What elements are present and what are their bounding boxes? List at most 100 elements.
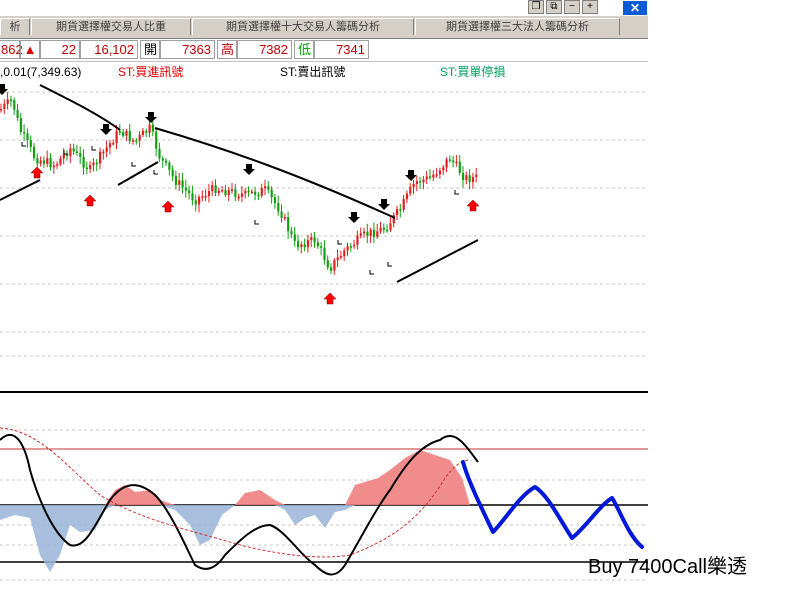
candle-body bbox=[217, 190, 220, 194]
candle-body bbox=[471, 177, 475, 183]
tab-top10-traders[interactable]: 期貨選擇權十大交易人籌碼分析 bbox=[192, 18, 414, 35]
candle-body bbox=[326, 260, 329, 268]
candle-body bbox=[363, 231, 366, 234]
candle-body bbox=[306, 240, 310, 248]
candle-body bbox=[270, 189, 273, 198]
candle-body bbox=[194, 200, 197, 205]
candle-body bbox=[62, 154, 65, 159]
candle-body bbox=[221, 189, 224, 192]
candle-body bbox=[346, 246, 349, 251]
annotation-text: Buy 7400Call樂透 bbox=[588, 556, 747, 578]
low-value: 7341 bbox=[314, 40, 369, 59]
candle-body bbox=[16, 109, 19, 118]
tab-trader-ratio[interactable]: 期貨選擇權交易人比重 bbox=[31, 18, 191, 35]
buy-arrow-icon bbox=[161, 200, 175, 213]
candle-body bbox=[273, 197, 277, 204]
candle-body bbox=[372, 229, 376, 237]
candle-body bbox=[6, 99, 9, 104]
candle-body bbox=[415, 181, 418, 184]
candle-body bbox=[9, 99, 13, 101]
trendline-support-3 bbox=[396, 239, 479, 283]
sell-arrow-icon bbox=[378, 199, 390, 210]
candle-body bbox=[211, 185, 214, 192]
close-icon[interactable]: ✕ bbox=[622, 0, 648, 16]
candle-body bbox=[240, 193, 244, 197]
candle-body bbox=[79, 152, 82, 157]
candle-body bbox=[280, 211, 283, 218]
stop-marker bbox=[369, 270, 374, 275]
trendlines bbox=[0, 84, 479, 283]
candle-body bbox=[151, 124, 154, 132]
candle-body bbox=[102, 151, 105, 154]
candle-body bbox=[359, 233, 362, 236]
candle-body bbox=[429, 176, 432, 178]
price-chart[interactable] bbox=[0, 80, 648, 600]
candle-body bbox=[36, 157, 39, 164]
candle-body bbox=[201, 196, 204, 198]
candle-body bbox=[313, 237, 316, 243]
tab-institutional[interactable]: 期貨選擇權三大法人籌碼分析 bbox=[415, 18, 620, 35]
candle-body bbox=[419, 181, 422, 183]
buy-arrow-icon bbox=[323, 292, 337, 305]
candle-body bbox=[141, 130, 145, 136]
candle-body bbox=[26, 133, 29, 141]
cascade-icon[interactable]: ⧉ bbox=[546, 0, 562, 14]
candle-body bbox=[231, 189, 234, 191]
tab-analysis[interactable]: 析 bbox=[0, 18, 30, 35]
candle-body bbox=[287, 217, 290, 232]
restore-icon[interactable]: ❐ bbox=[528, 0, 544, 14]
sell-arrow-icon bbox=[145, 112, 157, 123]
maximize-icon[interactable]: + bbox=[582, 0, 598, 14]
low-label: 低 bbox=[294, 40, 314, 59]
candlestick-series bbox=[0, 92, 478, 275]
candle-body bbox=[23, 132, 26, 134]
candle-body bbox=[389, 223, 392, 230]
candle-body bbox=[198, 197, 201, 205]
candle-body bbox=[339, 256, 343, 258]
candle-body bbox=[33, 146, 36, 158]
candle-body bbox=[145, 130, 148, 133]
candle-body bbox=[135, 140, 138, 142]
candle-body bbox=[69, 148, 72, 156]
candle-body bbox=[257, 194, 260, 197]
minimize-icon[interactable]: − bbox=[564, 0, 580, 14]
quote-bar: 862 ▲ 22 16,102 開 7363 高 7382 低 7341 bbox=[0, 39, 648, 62]
candle-body bbox=[300, 244, 303, 248]
candle-body bbox=[452, 160, 455, 163]
candle-body bbox=[158, 148, 161, 159]
candle-body bbox=[178, 180, 181, 185]
candle-body bbox=[184, 187, 187, 191]
legend-sell-signal: ST:賣出訊號 bbox=[280, 65, 346, 79]
candle-body bbox=[148, 124, 151, 133]
sell-arrow-icon bbox=[405, 170, 417, 181]
candle-body bbox=[320, 246, 323, 248]
candle-body bbox=[132, 140, 135, 142]
candle-body bbox=[174, 175, 178, 185]
candle-body bbox=[224, 189, 227, 196]
candle-body bbox=[254, 191, 257, 195]
change-value: 22 bbox=[40, 40, 80, 59]
candle-body bbox=[422, 179, 425, 183]
stop-marker bbox=[131, 162, 136, 167]
stop-marker bbox=[454, 190, 459, 195]
candle-body bbox=[39, 160, 42, 164]
candle-body bbox=[171, 169, 174, 176]
candle-body bbox=[316, 242, 319, 247]
candle-body bbox=[382, 227, 385, 230]
candle-body bbox=[448, 159, 451, 161]
candle-body bbox=[445, 159, 448, 168]
candle-body bbox=[42, 160, 46, 164]
candle-body bbox=[122, 131, 125, 136]
candle-body bbox=[112, 143, 115, 145]
candle-body bbox=[432, 174, 435, 178]
candle-body bbox=[386, 229, 389, 232]
candle-body bbox=[237, 196, 240, 199]
tab-bar: 析 期貨選擇權交易人比重 期貨選擇權十大交易人籌碼分析 期貨選擇權三大法人籌碼分… bbox=[0, 16, 648, 39]
trendline-support-1 bbox=[0, 179, 41, 201]
candle-body bbox=[75, 151, 79, 153]
sell-arrow-icon bbox=[348, 212, 360, 223]
indicator-value: ,0.01(7,349.63) bbox=[0, 65, 82, 79]
candle-body bbox=[409, 187, 412, 194]
sell-arrow-icon bbox=[243, 164, 255, 175]
candle-body bbox=[128, 130, 131, 142]
